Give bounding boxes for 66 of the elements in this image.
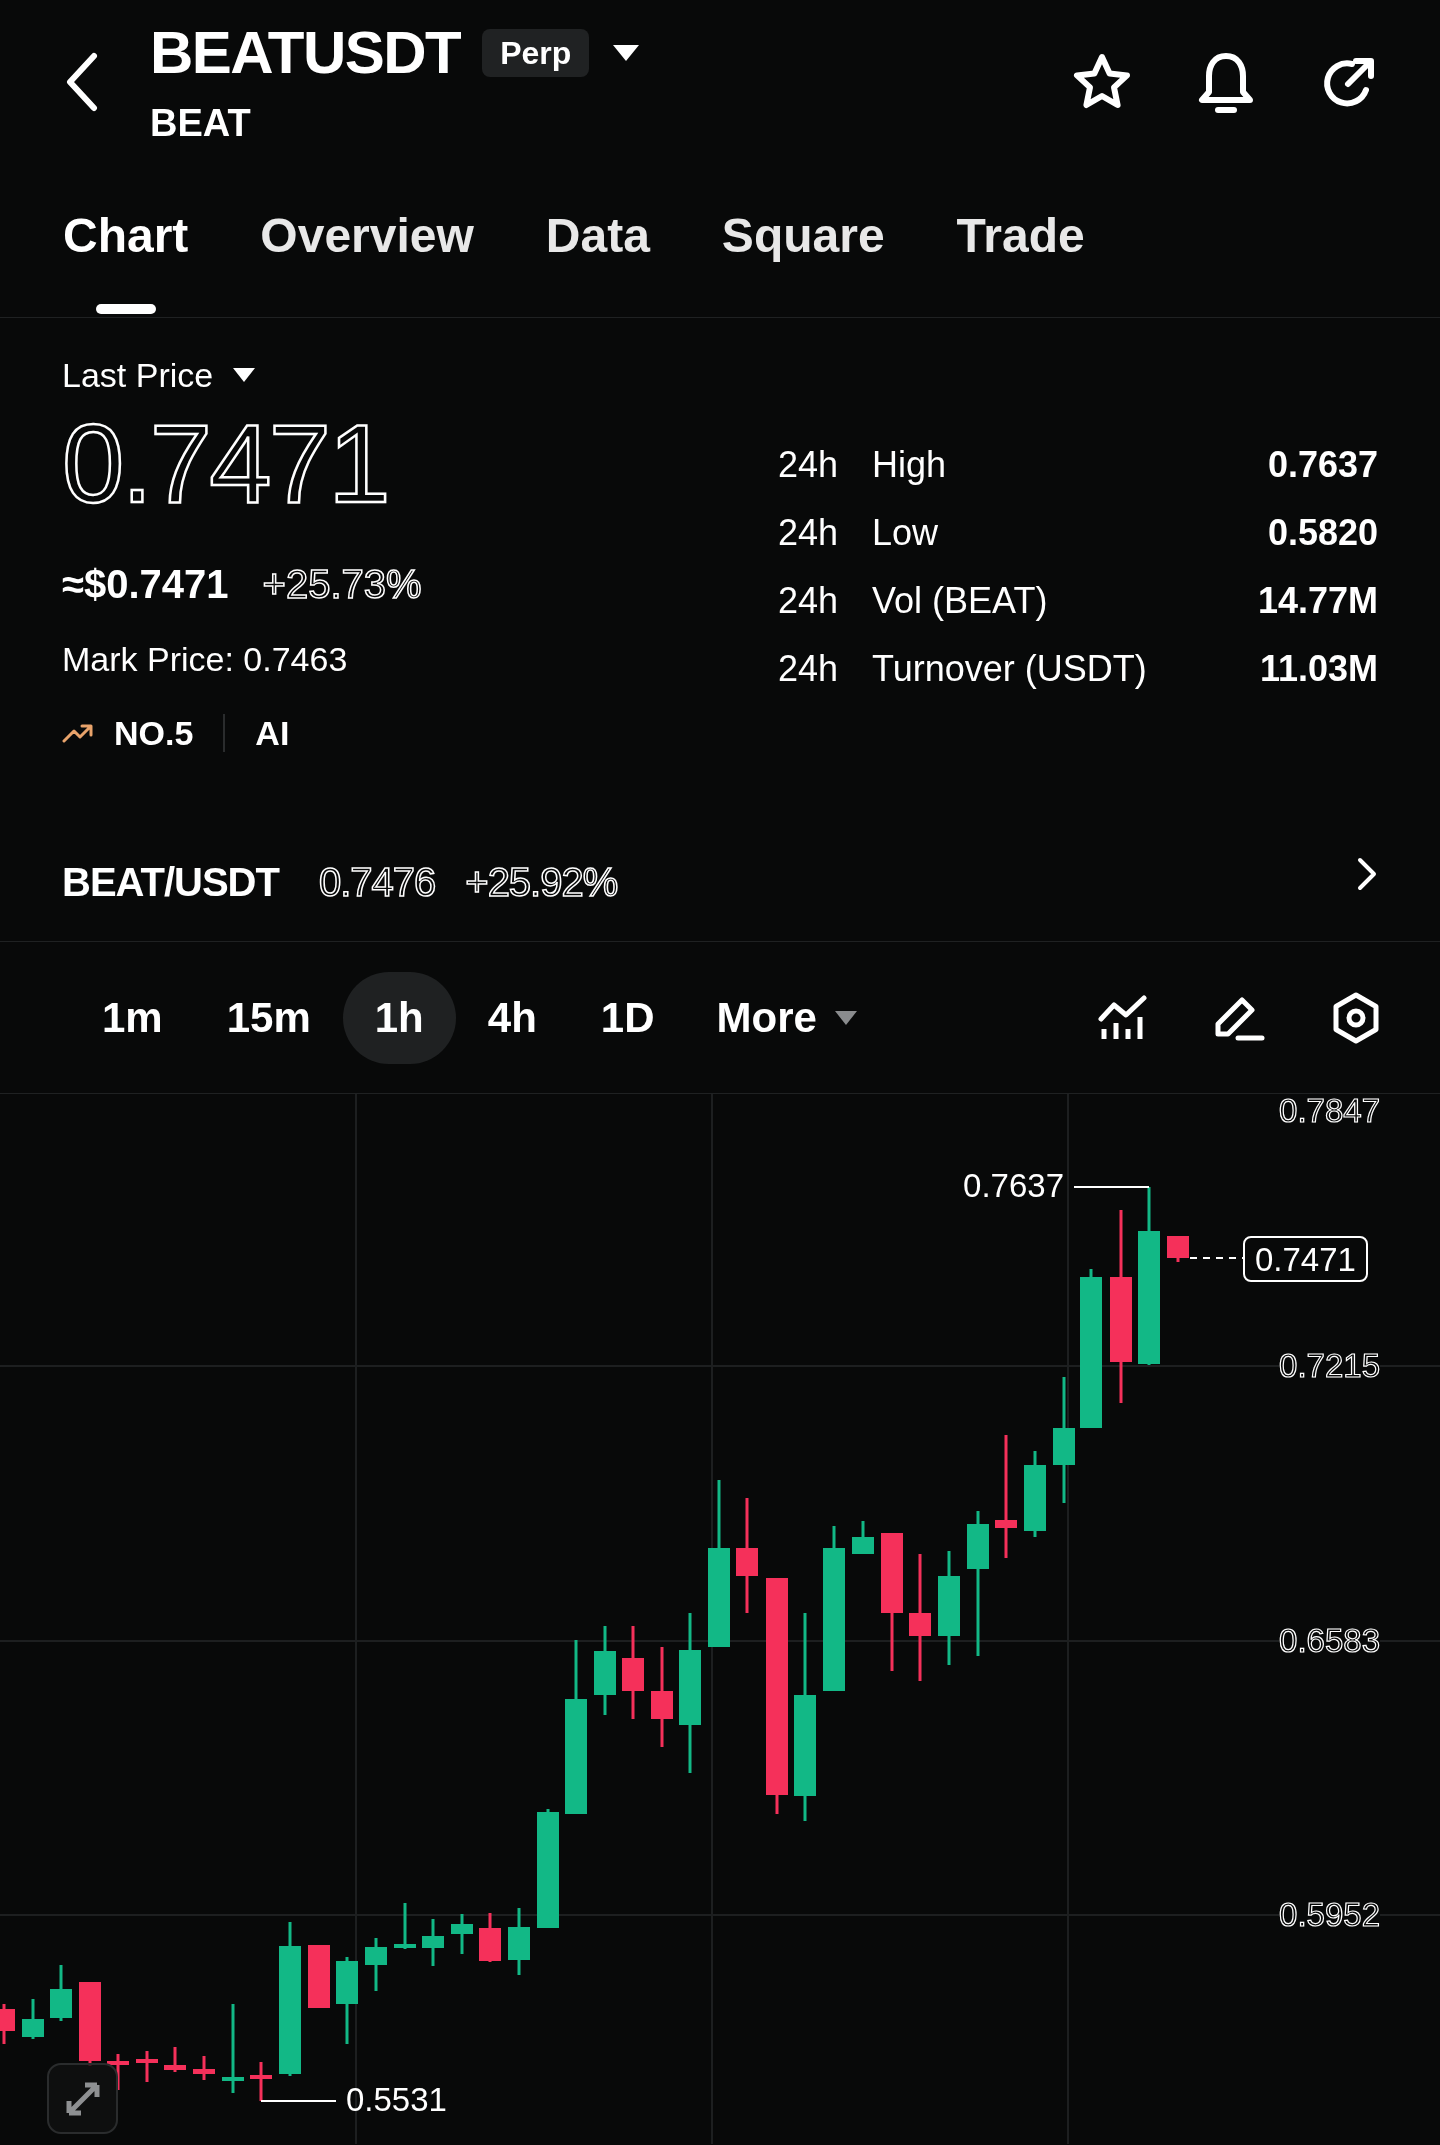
stat-period: 24h (778, 651, 840, 687)
high-price-label: 0.7637 (963, 1169, 1064, 1202)
nav-tab[interactable]: Trade (956, 200, 1085, 318)
expand-icon (64, 2080, 101, 2117)
candlestick (365, 1938, 387, 1991)
last-price-tag: 0.7471 (1243, 1236, 1368, 1282)
candlestick (508, 1908, 530, 1975)
last-price: 0.7471 (62, 408, 389, 520)
candlestick (164, 2047, 186, 2072)
nav-tab[interactable]: Square (721, 200, 885, 318)
caret-down-icon[interactable] (832, 1008, 859, 1027)
category-tag[interactable]: AI (255, 716, 290, 750)
candlestick (250, 2062, 272, 2101)
candlestick (0, 2004, 15, 2044)
candlestick (451, 1914, 473, 1954)
timeframe-tab[interactable]: 4h (455, 971, 569, 1064)
candlestick (422, 1919, 444, 1966)
spot-pair[interactable]: BEAT/USDT (62, 862, 279, 902)
stat-period: 24h (778, 447, 840, 483)
candlestick (394, 1903, 416, 1949)
nav-tab[interactable]: Overview (260, 200, 474, 318)
candlestick (193, 2056, 215, 2080)
candlestick (50, 1965, 72, 2021)
stat-label: Turnover (USDT) (872, 651, 1147, 687)
nav-tab[interactable]: Data (545, 200, 650, 318)
contract-type-badge[interactable]: Perp (482, 29, 590, 77)
trending-up-icon (62, 723, 94, 743)
price-change-percent: +25.73% (262, 564, 422, 604)
symbol-title: BEATUSDT (150, 23, 461, 83)
candlestick (22, 1999, 44, 2039)
stat-period: 24h (778, 583, 840, 619)
stat-value: 14.77M (1257, 583, 1378, 619)
low-price-label: 0.5531 (346, 2083, 447, 2116)
expand-button[interactable] (47, 2063, 118, 2134)
candlestick (1167, 1236, 1189, 1262)
stat-value: 0.5820 (1267, 515, 1378, 551)
usd-price: ≈$0.7471 (62, 564, 229, 604)
caret-down-icon[interactable] (231, 366, 258, 384)
chevron-right-icon[interactable] (1356, 857, 1378, 891)
nav-tab[interactable]: Chart (63, 200, 189, 318)
base-asset: BEAT (150, 104, 252, 142)
candlestick (308, 1945, 330, 2008)
timeframe-tab[interactable]: 15m (194, 971, 343, 1064)
stat-label: Low (872, 515, 939, 551)
timeframe-tab[interactable]: 1D (568, 971, 687, 1064)
candlestick (136, 2051, 158, 2082)
stat-value: 11.03M (1259, 651, 1378, 687)
stat-label: Vol (BEAT) (872, 583, 1048, 619)
mark-price: Mark Price: 0.7463 (62, 642, 349, 676)
candlestick (479, 1913, 501, 1962)
bell-icon[interactable] (1196, 50, 1256, 116)
timeframe-tab[interactable]: 1m (70, 971, 195, 1064)
more-timeframes-button[interactable]: More (716, 996, 817, 1039)
stat-period: 24h (778, 515, 840, 551)
price-type-selector[interactable]: Last Price (62, 358, 214, 392)
caret-down-icon[interactable] (611, 43, 642, 63)
rank-label[interactable]: NO.5 (114, 716, 194, 750)
last-price-line (1189, 1257, 1244, 1259)
indicators-icon[interactable] (1098, 994, 1148, 1041)
settings-icon[interactable] (1332, 991, 1380, 1044)
spot-price: 0.7476 (318, 862, 436, 902)
stat-value: 0.7637 (1267, 447, 1378, 483)
candlestick (852, 1521, 874, 1554)
timeframe-tab[interactable]: 1h (342, 971, 456, 1064)
stat-label: High (872, 447, 947, 483)
spot-change-percent: +25.92% (465, 862, 618, 902)
